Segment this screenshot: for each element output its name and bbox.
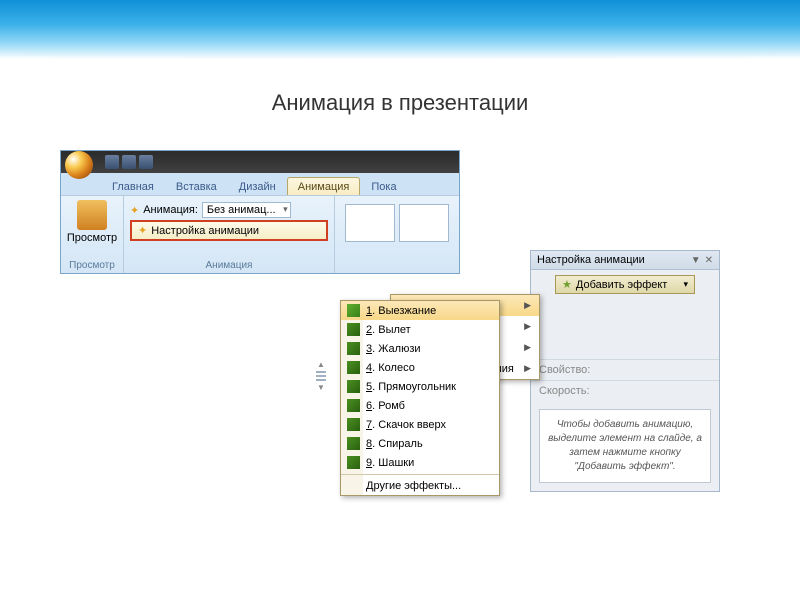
- ribbon-window: Главная Вставка Дизайн Анимация Пока Про…: [60, 150, 460, 274]
- effect-icon: [347, 456, 360, 469]
- scroll-indicator: ▲▼: [315, 360, 327, 420]
- ribbon-body: Просмотр Просмотр ✦ Анимация: Без анимац…: [61, 195, 459, 273]
- add-effect-button[interactable]: ★ Добавить эффект: [555, 275, 695, 294]
- animate-icon: ✦: [130, 204, 139, 217]
- pane-dropdown-icon[interactable]: ▼: [691, 255, 701, 266]
- window-titlebar: [61, 151, 459, 173]
- animation-label: Анимация:: [143, 204, 198, 216]
- pane-header: Настройка анимации ▼ ✕: [531, 251, 719, 270]
- effect-icon: [347, 399, 360, 412]
- qat-redo-icon[interactable]: [139, 155, 153, 169]
- chevron-right-icon: ▶: [524, 321, 531, 332]
- effect-icon: [347, 418, 360, 431]
- transition-thumb[interactable]: [399, 204, 449, 242]
- effect-item[interactable]: 9. Шашки: [341, 453, 499, 472]
- chevron-right-icon: ▶: [524, 300, 531, 311]
- transition-thumb[interactable]: [345, 204, 395, 242]
- custom-animation-label: Настройка анимации: [151, 225, 259, 237]
- preview-label: Просмотр: [67, 232, 117, 244]
- effect-item[interactable]: 1. Выезжание: [341, 301, 499, 320]
- group-preview: Просмотр Просмотр: [61, 196, 124, 273]
- effect-item[interactable]: 3. Жалюзи: [341, 339, 499, 358]
- menu-separator: [341, 474, 499, 475]
- chevron-right-icon: ▶: [524, 342, 531, 353]
- effect-icon: [347, 323, 360, 336]
- effect-icon: [347, 437, 360, 450]
- quick-access-toolbar: [105, 155, 153, 169]
- chevron-right-icon: ▶: [524, 363, 531, 374]
- effect-icon: [347, 380, 360, 393]
- tab-animation[interactable]: Анимация: [287, 177, 361, 195]
- animation-row: ✦ Анимация: Без анимац...: [130, 202, 328, 218]
- effect-icon: [347, 304, 360, 317]
- effect-item[interactable]: 7. Скачок вверх: [341, 415, 499, 434]
- preview-button[interactable]: Просмотр: [67, 200, 117, 244]
- preview-icon: [77, 200, 107, 230]
- custom-animation-pane: Настройка анимации ▼ ✕ ★ Добавить эффект…: [530, 250, 720, 492]
- office-orb-icon[interactable]: [65, 151, 93, 179]
- group-label-animation: Анимация: [130, 258, 328, 271]
- effect-item[interactable]: 8. Спираль: [341, 434, 499, 453]
- slide-title: Анимация в презентации: [0, 90, 800, 116]
- custom-animation-button[interactable]: ✦ Настройка анимации: [130, 220, 328, 241]
- group-label-preview: Просмотр: [67, 258, 117, 271]
- tab-home[interactable]: Главная: [101, 177, 165, 195]
- tab-design[interactable]: Дизайн: [228, 177, 287, 195]
- more-effects-label: Другие эффекты...: [366, 480, 461, 492]
- property-row: Свойство:: [531, 359, 719, 380]
- gear-star-icon: ✦: [138, 224, 147, 237]
- pane-title: Настройка анимации: [537, 254, 645, 266]
- tab-insert[interactable]: Вставка: [165, 177, 228, 195]
- group-animation: ✦ Анимация: Без анимац... ✦ Настройка ан…: [124, 196, 335, 273]
- qat-undo-icon[interactable]: [122, 155, 136, 169]
- decorative-wave: [0, 0, 800, 60]
- effect-icon: [347, 361, 360, 374]
- ribbon-tabs: Главная Вставка Дизайн Анимация Пока: [61, 173, 459, 195]
- group-transitions: [335, 196, 459, 273]
- hint-text: Чтобы добавить анимацию, выделите элемен…: [539, 409, 711, 483]
- add-effect-label: Добавить эффект: [576, 279, 667, 291]
- star-icon: ★: [562, 278, 572, 291]
- qat-save-icon[interactable]: [105, 155, 119, 169]
- tab-slideshow[interactable]: Пока: [360, 177, 407, 195]
- more-effects-item[interactable]: Другие эффекты...: [341, 477, 499, 495]
- pane-close-icon[interactable]: ✕: [705, 255, 713, 266]
- effect-item[interactable]: 6. Ромб: [341, 396, 499, 415]
- animation-combo[interactable]: Без анимац...: [202, 202, 291, 218]
- effect-list-menu: 1. Выезжание 2. Вылет 3. Жалюзи 4. Колес…: [340, 300, 500, 496]
- effect-icon: [347, 342, 360, 355]
- effect-item[interactable]: 2. Вылет: [341, 320, 499, 339]
- speed-row: Скорость:: [531, 380, 719, 401]
- effect-item[interactable]: 4. Колесо: [341, 358, 499, 377]
- effect-item[interactable]: 5. Прямоугольник: [341, 377, 499, 396]
